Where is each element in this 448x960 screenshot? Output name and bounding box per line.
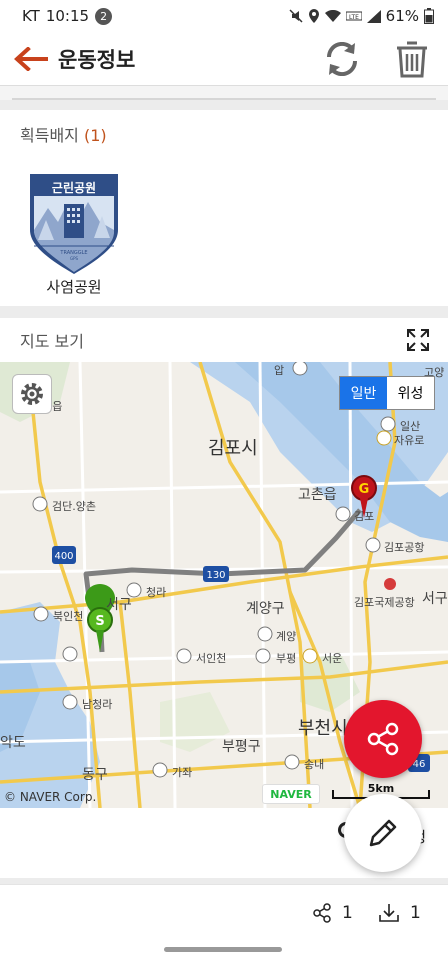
delete-button[interactable] [390, 37, 434, 81]
map-label-seogu: 서구 [106, 597, 132, 613]
map-label-seoun: 서운 [322, 652, 343, 665]
naver-logo: NAVER [262, 784, 320, 804]
map-label-gimpo-ic: 김포 [354, 510, 375, 523]
status-bar: KT 10:15 2 LTE 61% [0, 0, 448, 32]
gear-icon [21, 383, 43, 405]
map-label-gyeyang-ic: 계양 [276, 630, 297, 643]
park-badge-emblem[interactable]: 근린공원 TRANGGLE GPS [24, 168, 124, 280]
fullscreen-button[interactable] [402, 324, 434, 356]
home-gesture-pill[interactable] [164, 947, 282, 952]
notification-count-badge: 2 [95, 7, 113, 25]
svg-text:400: 400 [54, 551, 73, 562]
page-title: 운동정보 [58, 47, 136, 72]
map-label-namcheongra: 남청라 [82, 698, 113, 711]
map-settings-button[interactable] [12, 374, 52, 414]
map-label-bupyeong-ic: 부평 [276, 652, 297, 665]
map-label-cheongna: 청라 [146, 586, 167, 599]
pencil-icon [369, 819, 397, 847]
map-label-gajwa: 가좌 [172, 766, 193, 779]
map-label-bupyeong: 부평구 [222, 739, 261, 755]
download-count: 1 [410, 903, 421, 923]
clock: 10:15 [45, 7, 90, 25]
map-label-aphyeon: 압 [274, 364, 285, 377]
bottom-bar: 1 1 [0, 884, 448, 940]
road-shield-400: 400 [52, 546, 76, 564]
share-count-button[interactable]: 1 [312, 903, 353, 923]
battery-percent: 61% [385, 7, 419, 25]
map-type-toggle: 일반 위성 [339, 376, 435, 410]
wifi-icon [324, 9, 341, 22]
map-label-bucheon: 부천시 [298, 718, 348, 739]
map-label-donggu: 동구 [82, 767, 108, 783]
map-section-label: 지도 보기 [20, 332, 84, 351]
refresh-icon [326, 42, 358, 76]
volte-icon: LTE [345, 11, 362, 21]
badge-section-label: 획득배지 (1) [20, 126, 107, 145]
refresh-button[interactable] [320, 37, 364, 81]
badge-name: 사염공원 [46, 278, 102, 296]
download-count-button[interactable]: 1 [378, 903, 421, 923]
map-label-seogu-right: 서구 [422, 591, 448, 607]
system-nav-bar [0, 940, 448, 960]
divider [0, 86, 448, 100]
download-icon [379, 904, 399, 922]
app-bar: 운동정보 [0, 32, 448, 86]
map-label-gimpo-airport: 김포공항 [384, 541, 425, 554]
share-icon [367, 722, 399, 756]
back-arrow-icon [14, 46, 48, 71]
battery-icon [424, 8, 434, 24]
expand-icon [407, 329, 429, 351]
map-label-seoincheon: 서인천 [196, 652, 227, 665]
map-label-jayuro: 자유로 [394, 434, 425, 447]
badge-section: 획득배지 (1) 근린공원 TRANGGLE GPS 사염공원 [0, 110, 448, 306]
map-label-gochon: 고촌읍 [298, 487, 337, 503]
emblem-subtitle-gps: GPS [70, 256, 79, 261]
signal-icon [366, 9, 381, 23]
badge-count: (1) [83, 126, 107, 145]
svg-text:130: 130 [206, 570, 225, 581]
svg-text:S: S [95, 614, 104, 629]
trash-icon [397, 41, 427, 78]
back-button[interactable] [2, 32, 58, 86]
edit-fab[interactable] [344, 794, 422, 872]
map-label-geomdan: 검단.양촌 [52, 500, 96, 513]
emblem-title: 근린공원 [52, 180, 96, 195]
road-shield-130: 130 [203, 566, 229, 582]
map-label-songnae: 송내 [304, 758, 325, 771]
map-label-gimpo-intl: 김포국제공항 [354, 596, 415, 609]
map-label-gyeyang: 계양구 [246, 601, 285, 617]
map-label-wolmi: 악도 [0, 735, 26, 751]
map-attribution: © NAVER Corp. [4, 790, 97, 804]
map-label-gimpo-si: 김포시 [208, 438, 258, 459]
map-type-normal[interactable]: 일반 [340, 377, 387, 409]
carrier-label: KT [22, 7, 40, 25]
svg-text:LTE: LTE [349, 14, 359, 21]
share-count: 1 [342, 903, 353, 923]
mute-icon [289, 9, 303, 23]
map-type-satellite[interactable]: 위성 [387, 377, 434, 409]
map-label-bukincheon: 북인천 [53, 610, 84, 623]
share-fab[interactable] [344, 700, 422, 778]
location-icon [308, 9, 319, 23]
svg-text:G: G [359, 482, 370, 497]
share-small-icon [313, 903, 331, 923]
